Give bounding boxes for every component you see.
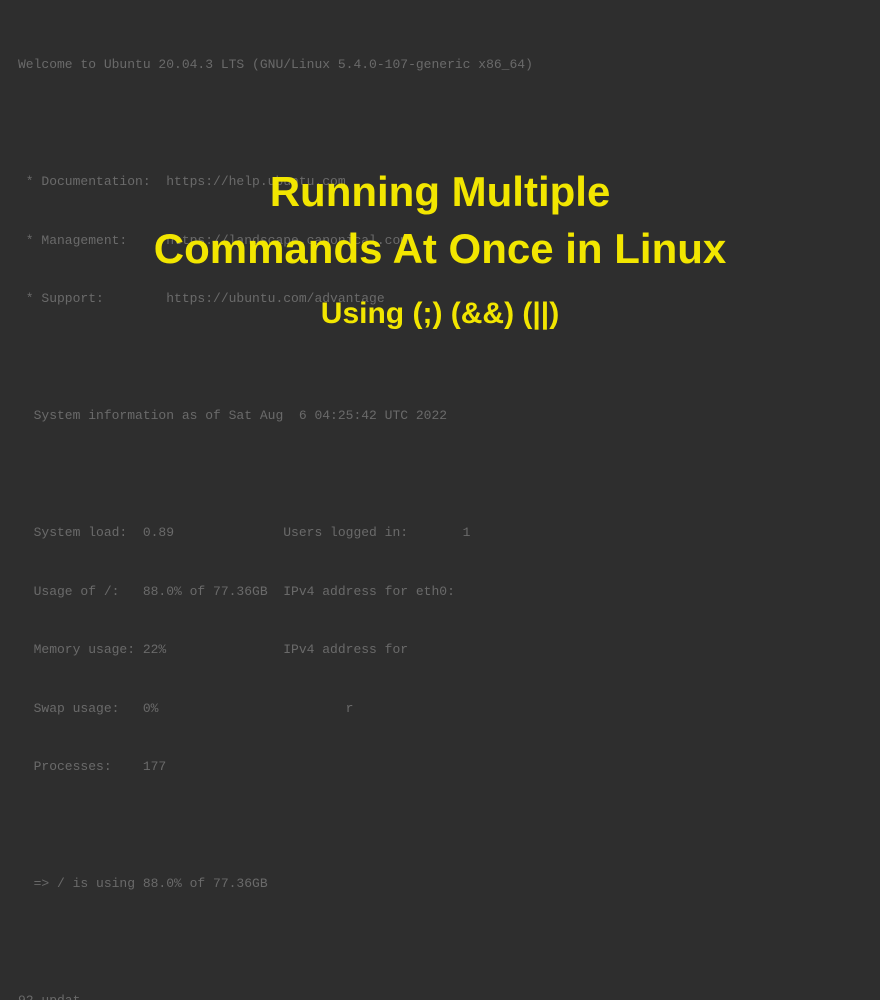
terminal-line: [18, 933, 862, 953]
terminal-line: Usage of /: 88.0% of 77.36GB IPv4 addres…: [18, 582, 862, 602]
terminal-line: [18, 348, 862, 368]
terminal-line: Swap usage: 0% r: [18, 699, 862, 719]
terminal-line: Memory usage: 22% IPv4 address for: [18, 640, 862, 660]
terminal-line: => / is using 88.0% of 77.36GB: [18, 874, 862, 894]
terminal-line: [18, 816, 862, 836]
terminal-output: Welcome to Ubuntu 20.04.3 LTS (GNU/Linux…: [0, 0, 880, 1000]
terminal-line: System information as of Sat Aug 6 04:25…: [18, 406, 862, 426]
terminal-line: * Support: https://ubuntu.com/advantage: [18, 289, 862, 309]
terminal-line: 92 updat: [18, 991, 862, 1000]
terminal-line: Processes: 177: [18, 757, 862, 777]
terminal-line: [18, 114, 862, 134]
terminal-line: [18, 465, 862, 485]
terminal-line: * Documentation: https://help.ubuntu.com: [18, 172, 862, 192]
terminal-line: System load: 0.89 Users logged in: 1: [18, 523, 862, 543]
terminal-line: * Management: https://landscape.canonica…: [18, 231, 862, 251]
terminal-line: Welcome to Ubuntu 20.04.3 LTS (GNU/Linux…: [18, 55, 862, 75]
